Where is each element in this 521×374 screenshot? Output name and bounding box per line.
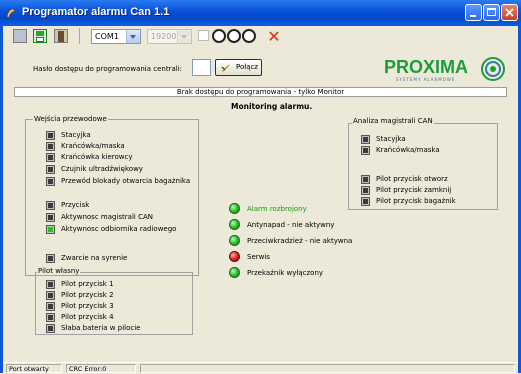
maximize-button[interactable] (483, 4, 500, 21)
status-led-label: Alarm rozbrojony (247, 205, 307, 213)
toolbar: COM1 19200 (0, 26, 521, 46)
chevron-down-icon (177, 30, 191, 43)
red-x-icon[interactable]: ✕ (266, 29, 282, 45)
can-indicator (361, 146, 370, 155)
connect-icon (221, 64, 230, 72)
close-icon (505, 8, 514, 17)
remote-label: Pilot przycisk 2 (61, 291, 114, 299)
wired-inputs-title: Wejścia przewodowe (33, 115, 108, 123)
connect-button-label: Połącz (236, 63, 259, 71)
minimize-button[interactable] (465, 4, 482, 21)
status-led (229, 235, 240, 246)
can-analysis-title: Analiza magistrali CAN (352, 117, 434, 125)
remote-indicator (46, 324, 55, 333)
connect-button[interactable]: Połącz (215, 59, 262, 76)
open-folder-icon[interactable] (13, 29, 27, 43)
status-led (229, 267, 240, 278)
chevron-down-icon (126, 30, 140, 43)
remote-indicator (46, 302, 55, 311)
status-bar: Port otwarty CRC Error:0 (0, 362, 521, 374)
status-led-label: Antynapad - nie aktywny (247, 221, 335, 229)
monitoring-title: Monitoring alarmu. (231, 102, 313, 111)
logo-swirl-icon (481, 57, 505, 81)
can-indicator (361, 175, 370, 184)
baud-select: 19200 (147, 29, 192, 44)
input-indicator (46, 177, 55, 186)
input-label: Krańcówka/maska (61, 142, 125, 150)
input-indicator (46, 142, 55, 151)
status-led-label: Przeciwkradzież - nie aktywna (247, 237, 353, 245)
input-label: Przewód blokady otwarcia bagażnika (61, 177, 191, 185)
remote-label: Pilot przycisk 3 (61, 302, 114, 310)
password-input[interactable] (192, 59, 211, 76)
status-led-label: Serwis (247, 253, 270, 261)
input-indicator-active (46, 225, 55, 234)
input-label: Przycisk (61, 201, 90, 209)
logo-tagline: SYSTEMY ALARMOWE (396, 77, 456, 82)
circle-icon[interactable] (242, 29, 256, 43)
save-icon[interactable] (33, 29, 47, 43)
app-icon (6, 8, 16, 18)
input-indicator (46, 254, 55, 263)
input-indicator (46, 213, 55, 222)
status-led (229, 251, 240, 262)
remote-group-title: Pilot własny (37, 267, 81, 275)
input-label: Zwarcie na syrenie (61, 254, 128, 262)
status-led-label: Przekaźnik wyłączony (247, 269, 324, 277)
input-label: Czujnik ultradźwiękowy (61, 165, 143, 173)
app-window: Programator alarmu Can 1.1 COM1 19200 ✕ … (0, 0, 521, 374)
remote-label: Pilot przycisk 1 (61, 280, 114, 288)
can-label: Krańcówka/maska (376, 146, 440, 154)
remote-indicator (46, 313, 55, 322)
circle-icon[interactable] (227, 29, 241, 43)
can-label: Pilot przycisk otworz (376, 175, 448, 183)
input-label: Aktywnosc odbiornika radiowego (61, 225, 177, 233)
can-label: Pilot przycisk zamknij (376, 186, 452, 194)
can-indicator (361, 197, 370, 206)
input-label: Krańcówka kierowcy (61, 153, 133, 161)
password-label: Hasło dostępu do programowania centrali: (33, 65, 183, 73)
can-label: Stacyjka (376, 135, 406, 143)
window-title: Programator alarmu Can 1.1 (22, 6, 170, 18)
port-select-value: COM1 (95, 32, 119, 41)
remote-indicator (46, 291, 55, 300)
input-label: Aktywnosc magistrali CAN (61, 213, 153, 221)
crc-status: CRC Error:0 (66, 364, 136, 373)
title-bar: Programator alarmu Can 1.1 (0, 0, 521, 26)
baud-select-value: 19200 (151, 32, 177, 41)
remote-label: Słaba bateria w pilocie (61, 324, 141, 332)
input-indicator (46, 201, 55, 210)
status-led (229, 219, 240, 230)
toolbar-checkbox[interactable] (198, 30, 209, 41)
proxima-logo: PROXIMA SYSTEMY ALARMOWE (384, 55, 508, 83)
can-indicator (361, 135, 370, 144)
circle-icon[interactable] (212, 29, 226, 43)
input-indicator (46, 153, 55, 162)
can-indicator (361, 186, 370, 195)
input-label: Stacyjka (61, 131, 91, 139)
logo-text: PROXIMA (384, 57, 469, 77)
remote-label: Pilot przycisk 4 (61, 313, 114, 321)
exit-icon[interactable] (54, 29, 68, 43)
remote-indicator (46, 280, 55, 289)
status-pane (140, 364, 515, 373)
status-led (229, 203, 240, 214)
port-status: Port otwarty (6, 364, 62, 373)
close-button[interactable] (501, 4, 518, 21)
input-indicator (46, 131, 55, 140)
input-indicator (46, 165, 55, 174)
port-select[interactable]: COM1 (91, 29, 141, 44)
access-status-line: Brak dostępu do programowania - tylko Mo… (14, 87, 507, 97)
can-label: Pilot przycisk bagażnik (376, 197, 456, 205)
toolbar-separator (79, 28, 80, 44)
